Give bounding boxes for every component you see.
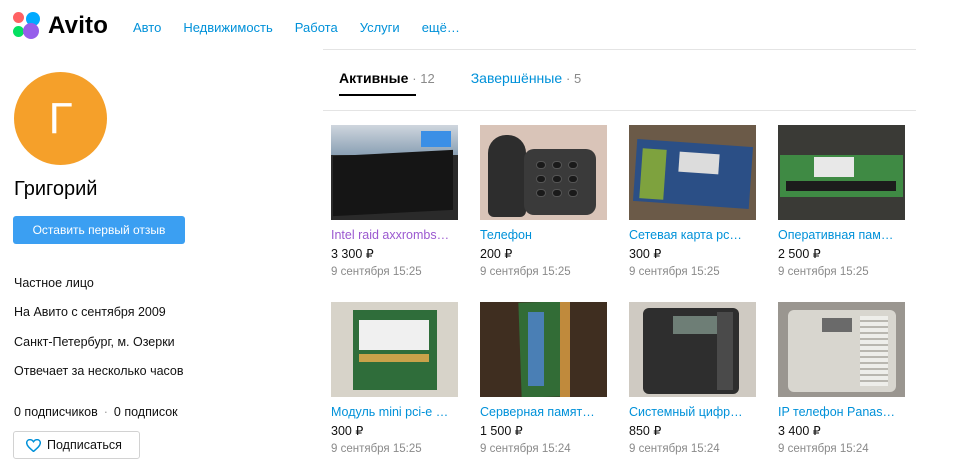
listing-price: 3 400 ₽: [778, 424, 821, 438]
listing-photo[interactable]: [778, 302, 905, 397]
nav-link-auto[interactable]: Авто: [133, 20, 161, 35]
follow-button[interactable]: Подписаться: [13, 431, 140, 459]
listing-title[interactable]: Intel raid axxrombs…: [331, 228, 459, 242]
listing-card[interactable]: Серверная памят… 1 500 ₽ 9 сентября 15:2…: [480, 302, 608, 455]
tab-active[interactable]: Активные · 12: [339, 70, 435, 86]
listing-card[interactable]: Модуль mini pci-e … 300 ₽ 9 сентября 15:…: [331, 302, 459, 455]
listing-card[interactable]: Intel raid axxrombs… 3 300 ₽ 9 сентября …: [331, 125, 459, 278]
tab-completed-count: 5: [573, 71, 582, 86]
nav-link-jobs[interactable]: Работа: [295, 20, 338, 35]
avatar-letter: Г: [48, 93, 73, 143]
listing-price: 300 ₽: [331, 424, 364, 438]
listing-date: 9 сентября 15:25: [331, 443, 422, 455]
listing-date: 9 сентября 15:25: [480, 266, 571, 278]
listing-title[interactable]: Сетевая карта pc…: [629, 228, 757, 242]
header: Avito Авто Недвижимость Работа Услуги ещ…: [0, 0, 954, 50]
member-since: На Авито с сентября 2009: [14, 305, 166, 319]
listing-photo[interactable]: [331, 302, 458, 397]
listing-card[interactable]: Системный цифр… 850 ₽ 9 сентября 15:24: [629, 302, 757, 455]
listing-tabs: Активные · 12 Завершённые · 5: [339, 70, 617, 86]
follow-button-label: Подписаться: [47, 438, 122, 452]
active-tab-indicator: [339, 94, 416, 96]
listing-price: 3 300 ₽: [331, 247, 374, 261]
subscriptions-info: 0 подписчиков · 0 подписок: [14, 405, 178, 419]
nav-link-services[interactable]: Услуги: [360, 20, 400, 35]
listing-photo[interactable]: [480, 302, 607, 397]
tab-completed[interactable]: Завершённые · 5: [471, 70, 582, 86]
listing-photo[interactable]: [331, 125, 458, 220]
listing-date: 9 сентября 15:24: [480, 443, 571, 455]
listing-date: 9 сентября 15:25: [778, 266, 869, 278]
listing-price: 200 ₽: [480, 247, 513, 261]
seller-location: Санкт-Петербург, м. Озерки: [14, 335, 175, 349]
avito-logo[interactable]: Avito: [13, 10, 108, 42]
tabs-divider: [323, 110, 916, 111]
listing-title[interactable]: IP телефон Panas…: [778, 405, 906, 419]
response-time: Отвечает за несколько часов: [14, 364, 184, 378]
listing-price: 300 ₽: [629, 247, 662, 261]
listing-price: 2 500 ₽: [778, 247, 821, 261]
leave-review-button[interactable]: Оставить первый отзыв: [13, 216, 185, 244]
user-name: Григорий: [14, 178, 98, 200]
listing-card[interactable]: Телефон 200 ₽ 9 сентября 15:25: [480, 125, 608, 278]
avatar: Г: [14, 72, 107, 165]
avito-logo-icon: [13, 12, 43, 40]
listing-date: 9 сентября 15:25: [629, 266, 720, 278]
logo-text: Avito: [48, 12, 109, 39]
listing-title[interactable]: Оперативная пам…: [778, 228, 906, 242]
listing-photo[interactable]: [629, 302, 756, 397]
listing-card[interactable]: Оперативная пам… 2 500 ₽ 9 сентября 15:2…: [778, 125, 906, 278]
listing-photo[interactable]: [629, 125, 756, 220]
listing-date: 9 сентября 15:24: [778, 443, 869, 455]
listing-photo[interactable]: [778, 125, 905, 220]
seller-type: Частное лицо: [14, 276, 94, 290]
tab-completed-label: Завершённые: [470, 70, 563, 86]
nav-link-realty[interactable]: Недвижимость: [183, 20, 272, 35]
listing-price: 850 ₽: [629, 424, 662, 438]
listing-date: 9 сентября 15:24: [629, 443, 720, 455]
listing-photo[interactable]: [480, 125, 607, 220]
main-nav: Авто Недвижимость Работа Услуги ещё…: [133, 20, 482, 35]
heart-icon: [26, 438, 41, 452]
listing-date: 9 сентября 15:25: [331, 266, 422, 278]
following-count[interactable]: 0 подписок: [114, 405, 178, 419]
listing-title[interactable]: Телефон: [480, 228, 608, 242]
header-divider: [323, 49, 916, 50]
listing-title[interactable]: Системный цифр…: [629, 405, 757, 419]
tab-active-count: 12: [420, 71, 435, 86]
listing-card[interactable]: Сетевая карта pc… 300 ₽ 9 сентября 15:25: [629, 125, 757, 278]
listing-price: 1 500 ₽: [480, 424, 523, 438]
nav-link-more[interactable]: ещё…: [422, 20, 460, 35]
tab-active-label: Активные: [339, 70, 409, 86]
listing-title[interactable]: Серверная памят…: [480, 405, 608, 419]
followers-count[interactable]: 0 подписчиков: [14, 405, 98, 419]
listing-card[interactable]: IP телефон Panas… 3 400 ₽ 9 сентября 15:…: [778, 302, 906, 455]
listing-title[interactable]: Модуль mini pci-e …: [331, 405, 459, 419]
